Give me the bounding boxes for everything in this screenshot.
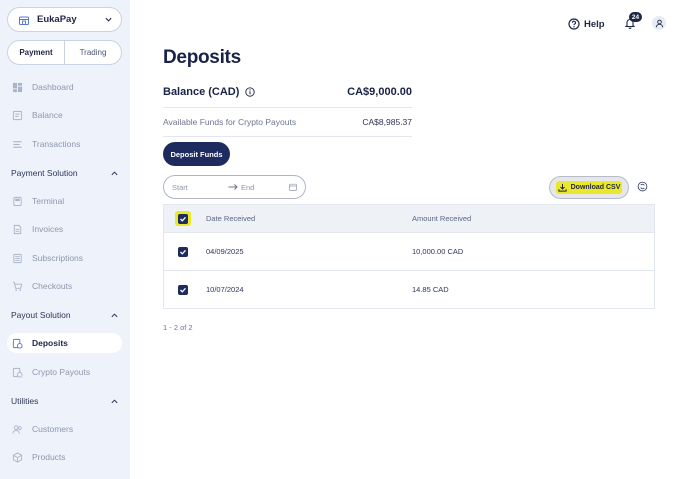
sidebar-item-products[interactable]: Products: [7, 447, 122, 467]
chevron-up-icon: [111, 170, 118, 175]
check-icon: [180, 216, 186, 222]
store-icon: [19, 16, 29, 25]
section-payout-solution[interactable]: Payout Solution: [11, 308, 119, 322]
sidebar-item-invoices[interactable]: Invoices: [7, 219, 122, 239]
deposit-funds-button[interactable]: Deposit Funds: [163, 142, 230, 166]
balance-row: Balance (CAD) CA$9,000.00: [163, 84, 412, 100]
column-date-received[interactable]: Date Received: [206, 214, 255, 223]
select-all-highlight: [175, 211, 191, 226]
sidebar-item-terminal[interactable]: Terminal: [7, 191, 122, 211]
end-date-input[interactable]: End: [241, 183, 289, 192]
chevron-up-icon: [111, 398, 118, 403]
sidebar-item-balance[interactable]: Balance: [7, 105, 122, 125]
balance-label: Balance (CAD): [163, 86, 240, 98]
balance-value: CA$9,000.00: [347, 86, 412, 98]
help-button[interactable]: Help: [568, 16, 605, 32]
question-circle-icon: [568, 18, 580, 30]
divider: [163, 136, 412, 137]
dashboard-icon: [12, 82, 23, 92]
column-amount-received[interactable]: Amount Received: [412, 214, 471, 223]
chevron-down-icon: [105, 17, 112, 22]
start-date-input[interactable]: Start: [172, 183, 228, 192]
row-checkbox[interactable]: [178, 246, 188, 257]
sidebar-item-customers[interactable]: Customers: [7, 419, 122, 439]
box-icon: [12, 451, 23, 463]
row-date: 04/09/2025: [206, 247, 244, 256]
subscription-icon: [13, 253, 22, 263]
arrow-right-icon: [228, 184, 238, 190]
download-icon: [558, 183, 567, 192]
list-icon: [13, 140, 22, 148]
download-csv-wrapper: Download CSV: [549, 176, 629, 199]
table-header: Date Received Amount Received: [164, 205, 654, 232]
info-icon[interactable]: [245, 87, 256, 97]
date-range-picker[interactable]: Start End: [163, 175, 306, 199]
section-payment-solution[interactable]: Payment Solution: [11, 166, 119, 180]
sidebar-item-deposits[interactable]: Deposits: [7, 333, 122, 353]
table-row[interactable]: 04/09/2025 10,000.00 CAD: [164, 232, 654, 270]
sidebar-item-crypto-payouts[interactable]: Crypto Payouts: [7, 362, 122, 382]
sidebar-item-transactions[interactable]: Transactions: [7, 134, 122, 154]
notification-badge: 24: [629, 12, 642, 22]
tab-payment[interactable]: Payment: [8, 41, 65, 64]
user-avatar[interactable]: [652, 16, 666, 30]
check-icon: [180, 287, 186, 293]
deposits-table: Date Received Amount Received 04/09/2025…: [163, 204, 655, 309]
crypto-payout-icon: [12, 367, 23, 378]
available-funds-row: Available Funds for Crypto Payouts CA$8,…: [163, 115, 412, 129]
page-title: Deposits: [163, 47, 241, 68]
user-icon: [655, 19, 663, 27]
organization-select[interactable]: EukaPay: [7, 7, 122, 32]
row-date: 10/07/2024: [206, 285, 244, 294]
sidebar-item-dashboard[interactable]: Dashboard: [7, 77, 122, 97]
row-amount: 14.85 CAD: [412, 285, 449, 294]
mode-toggle: Payment Trading: [7, 40, 122, 65]
balance-icon: [12, 110, 23, 120]
available-funds-value: CA$8,985.37: [362, 117, 412, 127]
cart-icon: [12, 281, 23, 291]
table-row[interactable]: 10/07/2024 14.85 CAD: [164, 270, 654, 308]
divider: [163, 107, 412, 108]
organization-name: EukaPay: [37, 14, 77, 25]
download-csv-button[interactable]: Download CSV: [556, 181, 622, 194]
tab-trading[interactable]: Trading: [65, 41, 121, 64]
chevron-up-icon: [111, 312, 118, 317]
calendar-icon[interactable]: [289, 183, 297, 191]
section-utilities[interactable]: Utilities: [11, 394, 119, 408]
row-amount: 10,000.00 CAD: [412, 247, 464, 256]
refresh-currency-icon[interactable]: [637, 181, 648, 192]
invoice-icon: [13, 224, 22, 234]
sidebar-item-subscriptions[interactable]: Subscriptions: [7, 248, 122, 268]
available-funds-label: Available Funds for Crypto Payouts: [163, 117, 297, 127]
select-all-checkbox[interactable]: [178, 213, 188, 224]
terminal-icon: [13, 196, 22, 206]
sidebar: EukaPay Payment Trading Dashboard Balanc…: [0, 0, 130, 479]
check-icon: [180, 249, 186, 255]
customers-icon: [12, 424, 22, 434]
sidebar-item-checkouts[interactable]: Checkouts: [7, 276, 122, 296]
pagination-info: 1 - 2 of 2: [163, 323, 193, 332]
deposit-icon: [12, 338, 23, 349]
row-checkbox[interactable]: [178, 284, 188, 295]
